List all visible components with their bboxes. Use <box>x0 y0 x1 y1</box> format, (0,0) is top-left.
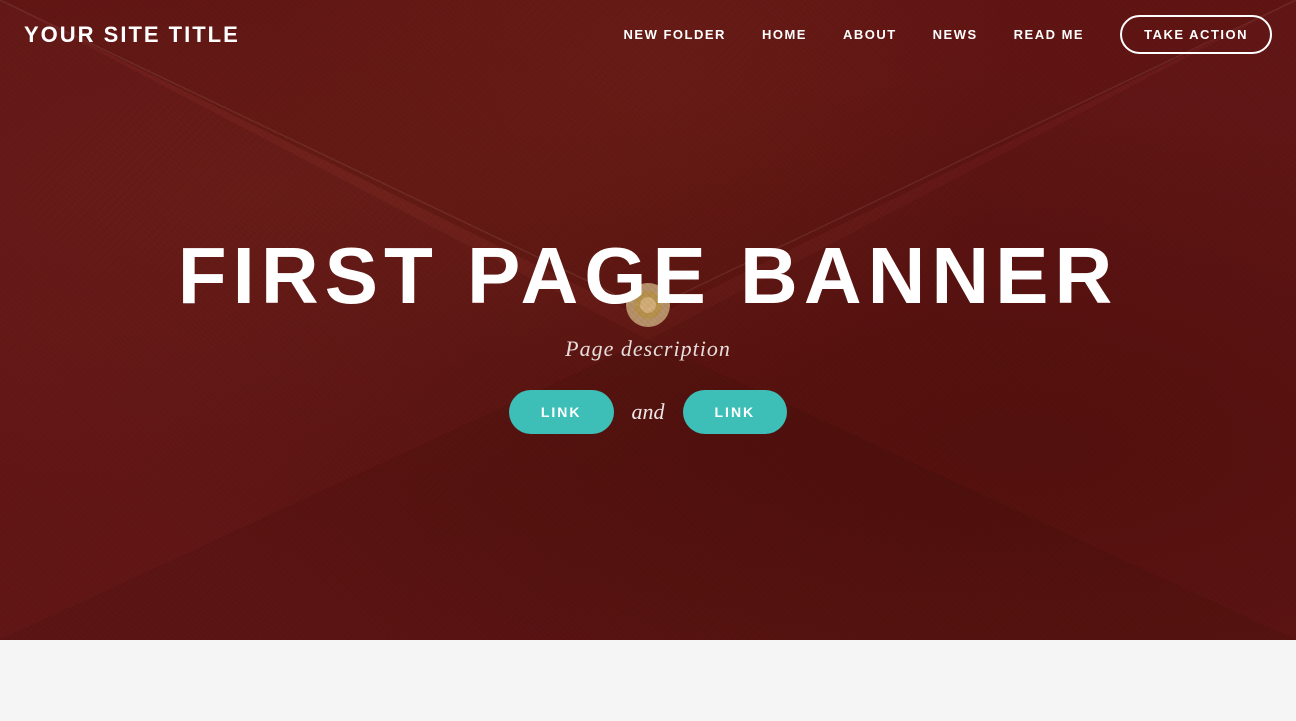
nav-link-home[interactable]: HOME <box>762 27 807 42</box>
hero-content: FIRST PAGE BANNER Page description LINK … <box>178 236 1119 434</box>
banner-and-text: and <box>632 399 665 425</box>
hero-link-button-1[interactable]: LINK <box>509 390 614 434</box>
nav-link-news[interactable]: NEWS <box>933 27 978 42</box>
nav-cta-button[interactable]: TAKE ACTION <box>1120 15 1272 54</box>
nav-item-about[interactable]: ABOUT <box>843 26 897 44</box>
nav-item-new-folder[interactable]: NEW FOLDER <box>624 26 726 44</box>
nav-link-read-me[interactable]: READ ME <box>1014 27 1084 42</box>
nav-item-news[interactable]: NEWS <box>933 26 978 44</box>
site-title: YOUR SITE TITLE <box>24 22 240 48</box>
nav-item-read-me[interactable]: READ ME <box>1014 26 1084 44</box>
banner-description: Page description <box>565 336 731 362</box>
nav-link-about[interactable]: ABOUT <box>843 27 897 42</box>
below-hero-section <box>0 640 1296 721</box>
nav-link-new-folder[interactable]: NEW FOLDER <box>624 27 726 42</box>
banner-buttons: LINK and LINK <box>509 390 787 434</box>
banner-title: FIRST PAGE BANNER <box>178 236 1119 316</box>
nav-links: NEW FOLDER HOME ABOUT NEWS READ ME TAKE … <box>624 26 1272 44</box>
hero-link-button-2[interactable]: LINK <box>683 390 788 434</box>
hero-section: FIRST PAGE BANNER Page description LINK … <box>0 0 1296 640</box>
nav-item-cta[interactable]: TAKE ACTION <box>1120 26 1272 44</box>
nav-item-home[interactable]: HOME <box>762 26 807 44</box>
navbar: YOUR SITE TITLE NEW FOLDER HOME ABOUT NE… <box>0 0 1296 70</box>
